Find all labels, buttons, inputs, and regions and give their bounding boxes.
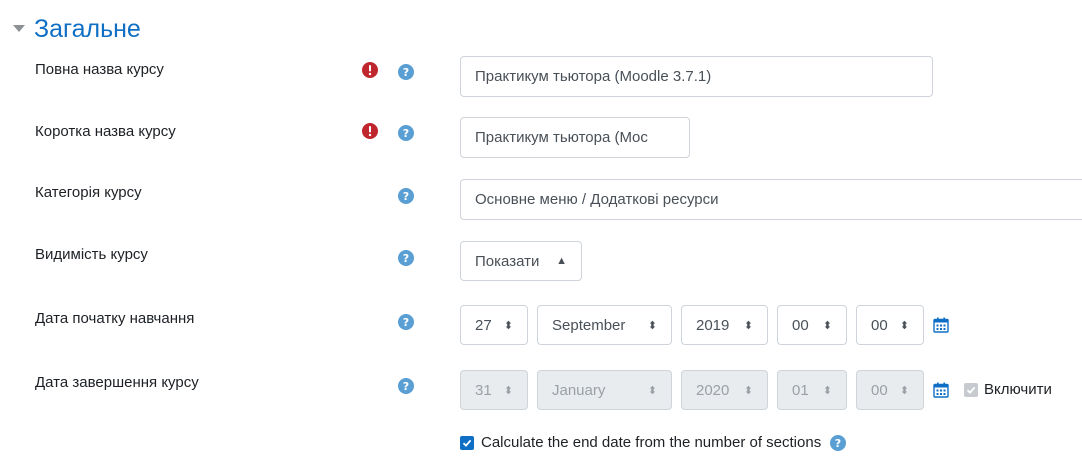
enddate-month-select[interactable]: January ⬍: [537, 370, 672, 410]
enddate-minute-value: 00: [871, 381, 888, 399]
visibility-label: Видимість курсу: [35, 246, 148, 263]
form-row-shortname: Коротка назва курсу ? Практикум тьютора …: [0, 117, 1082, 161]
exclamation-circle-icon: [362, 62, 378, 78]
startdate-day-value: 27: [475, 316, 492, 334]
enddate-hour-select[interactable]: 01 ⬍: [777, 370, 847, 410]
form-row-startdate: Дата початку навчання ? 27 ⬍ September ⬍ 2…: [0, 305, 1082, 349]
enddate-enable-group[interactable]: Включити: [964, 381, 1052, 398]
section-title[interactable]: Загальне: [34, 15, 141, 44]
form-row-fullname: Повна назва курсу ? Практикум тьютора (M…: [0, 56, 1082, 100]
startdate-minute-select[interactable]: 00 ⬍: [856, 305, 924, 345]
startdate-month-select[interactable]: September ⬍: [537, 305, 672, 345]
category-value: Основне меню / Додаткові ресурси: [475, 191, 719, 208]
updown-caret-icon: ⬍: [647, 384, 657, 397]
calendar-icon[interactable]: [933, 382, 949, 398]
enddate-month-value: January: [552, 381, 606, 399]
shortname-input[interactable]: Практикум тьютора (Moс: [460, 117, 690, 158]
fullname-input[interactable]: Практикум тьютора (Moodle 3.7.1): [460, 56, 933, 97]
enddate-year-value: 2020: [696, 381, 730, 399]
updown-caret-icon: ⬍: [503, 384, 513, 397]
svg-text:?: ?: [403, 380, 409, 393]
startdate-year-select[interactable]: 2019 ⬍: [681, 305, 768, 345]
calc-enddate-label: Calculate the end date from the number o…: [481, 434, 822, 451]
updown-caret-icon: ⬍: [743, 384, 753, 397]
svg-text:?: ?: [835, 437, 841, 450]
form-row-enddate: Дата завершення курсу ? 31 ⬍ January ⬍ 202…: [0, 370, 1082, 414]
enddate-enable-label: Включити: [984, 381, 1052, 398]
startdate-month-value: September: [552, 316, 626, 334]
visibility-value: Показати: [475, 252, 540, 270]
startdate-year-value: 2019: [696, 316, 730, 334]
question-circle-icon[interactable]: ?: [398, 188, 414, 204]
enddate-enable-checkbox[interactable]: [964, 382, 978, 397]
updown-caret-icon: ⬍: [743, 319, 753, 332]
calc-enddate-group[interactable]: Calculate the end date from the number o…: [460, 434, 847, 451]
category-autocomplete[interactable]: Основне меню / Додаткові ресурси: [460, 179, 1082, 220]
question-circle-icon[interactable]: ?: [398, 250, 414, 266]
calc-enddate-checkbox[interactable]: [460, 435, 474, 450]
startdate-hour-value: 00: [792, 316, 809, 334]
question-circle-icon[interactable]: ?: [830, 434, 847, 451]
fullname-value: Практикум тьютора (Moodle 3.7.1): [475, 68, 712, 85]
updown-caret-icon: ⬍: [822, 319, 832, 332]
updown-caret-icon: ⬍: [899, 384, 909, 397]
startdate-minute-value: 00: [871, 316, 888, 334]
question-circle-icon[interactable]: ?: [398, 125, 414, 141]
updown-caret-icon: ⬍: [647, 319, 657, 332]
check-icon: [966, 386, 976, 394]
svg-text:?: ?: [403, 127, 409, 140]
enddate-hour-value: 01: [792, 381, 809, 399]
svg-text:?: ?: [403, 316, 409, 329]
enddate-label: Дата завершення курсу: [35, 374, 199, 391]
updown-caret-icon: ⬍: [503, 319, 513, 332]
triangle-down-icon[interactable]: [10, 20, 28, 38]
question-circle-icon[interactable]: ?: [398, 64, 414, 80]
check-icon: [462, 439, 472, 447]
form-row-category: Категорія курсу ? Основне меню / Додатко…: [0, 179, 1082, 223]
question-circle-icon[interactable]: ?: [398, 378, 414, 394]
shortname-label: Коротка назва курсу: [35, 123, 176, 140]
exclamation-circle-icon: [362, 123, 378, 139]
shortname-value: Практикум тьютора (Moс: [475, 129, 648, 146]
enddate-day-select[interactable]: 31 ⬍: [460, 370, 528, 410]
category-label: Категорія курсу: [35, 184, 142, 201]
visibility-select[interactable]: Показати ▲︎: [460, 241, 582, 281]
startdate-label: Дата початку навчання: [35, 310, 195, 327]
svg-text:?: ?: [403, 66, 409, 79]
updown-caret-icon: ⬍: [822, 384, 832, 397]
section-header-general[interactable]: Загальне: [10, 12, 141, 46]
form-row-visibility: Видимість курсу ? Показати ▲︎: [0, 241, 1082, 285]
enddate-minute-select[interactable]: 00 ⬍: [856, 370, 924, 410]
startdate-day-select[interactable]: 27 ⬍: [460, 305, 528, 345]
enddate-year-select[interactable]: 2020 ⬍: [681, 370, 768, 410]
enddate-day-value: 31: [475, 381, 492, 399]
svg-text:?: ?: [403, 252, 409, 265]
updown-caret-icon: ▲︎: [556, 255, 567, 267]
svg-text:?: ?: [403, 190, 409, 203]
fullname-label: Повна назва курсу: [35, 61, 164, 78]
updown-caret-icon: ⬍: [899, 319, 909, 332]
calendar-icon[interactable]: [933, 317, 949, 333]
startdate-hour-select[interactable]: 00 ⬍: [777, 305, 847, 345]
question-circle-icon[interactable]: ?: [398, 314, 414, 330]
